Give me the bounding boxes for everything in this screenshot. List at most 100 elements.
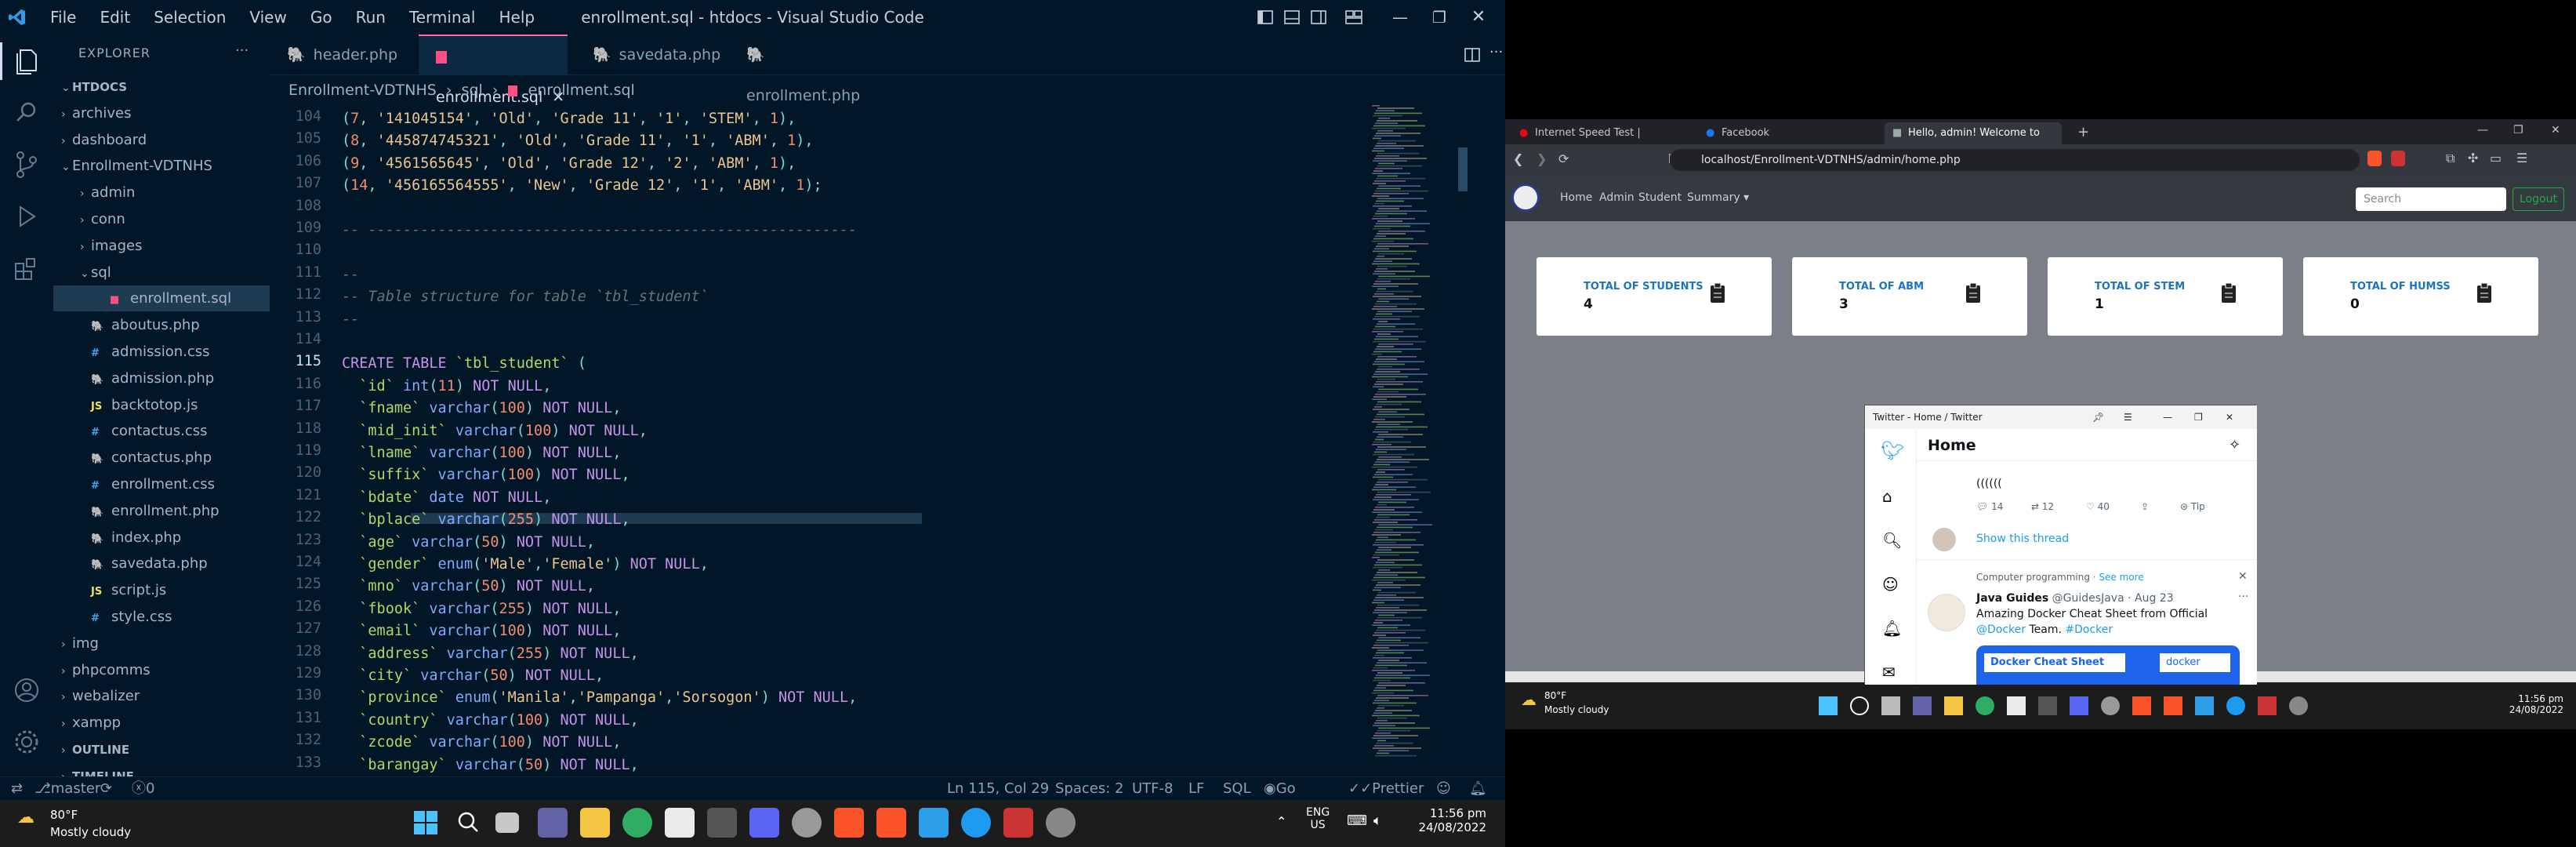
store-icon[interactable]	[665, 808, 695, 838]
menu-selection[interactable]: Selection	[154, 8, 226, 27]
teams-icon[interactable]	[538, 808, 568, 838]
explore-icon[interactable]: 🔍︎	[1882, 531, 1902, 550]
browser-tab-fast[interactable]: ●Internet Speed Test | Fast.com	[1511, 122, 1689, 161]
tree-file[interactable]: JS script.js	[53, 577, 270, 603]
see-more-link[interactable]: · See more	[2093, 572, 2144, 583]
file-explorer-icon[interactable]	[580, 808, 610, 838]
menu-icon[interactable]: ☰	[2124, 405, 2132, 429]
teams-icon[interactable]	[1913, 696, 1932, 715]
encoding[interactable]: UTF-8	[1132, 777, 1173, 801]
feedback-icon[interactable]: ☺	[1436, 777, 1451, 801]
tree-file[interactable]: # contactus.css	[53, 418, 270, 444]
back-icon[interactable]: ❮	[1513, 151, 1523, 166]
twitter-taskbar-icon[interactable]	[961, 808, 991, 838]
menu-go[interactable]: Go	[310, 8, 332, 27]
cursor-position[interactable]: Ln 115, Col 29	[947, 777, 1049, 801]
logout-button[interactable]: Logout	[2513, 187, 2564, 211]
dismiss-icon[interactable]: ✕	[2238, 570, 2248, 583]
like-count[interactable]: ♡ 40	[2086, 501, 2110, 512]
breadcrumb-folder[interactable]: Enrollment-VDTNHS	[288, 82, 437, 99]
tree-section[interactable]: › OUTLINE	[53, 736, 270, 762]
menu-terminal[interactable]: Terminal	[409, 8, 476, 27]
tab-enrollment-php[interactable]: 🐘enrollment.php	[729, 35, 886, 104]
search-input[interactable]: Search	[2356, 187, 2506, 211]
code-editor[interactable]: (7, '141045154', 'Old', 'Grade 11', '1',…	[340, 105, 1359, 776]
breadcrumb-subfolder[interactable]: sql	[462, 82, 483, 99]
task-view-icon[interactable]	[1881, 696, 1900, 715]
tab-header-php[interactable]: 🐘 header.php	[270, 35, 411, 75]
brave-icon[interactable]	[2164, 696, 2182, 715]
win-close-icon[interactable]: ✕	[2551, 124, 2560, 136]
school-logo[interactable]	[1511, 184, 1540, 212]
split-editor-icon[interactable]	[1464, 47, 1480, 63]
xampp-icon[interactable]	[834, 808, 864, 838]
app-icon-3[interactable]	[792, 808, 822, 838]
explorer-icon[interactable]	[8, 42, 45, 80]
tree-folder[interactable]: ⌄ Enrollment-VDTNHS	[53, 153, 270, 179]
tray-chevron-icon[interactable]: ⌃	[1276, 814, 1286, 829]
tree-folder[interactable]: › images	[53, 233, 270, 259]
tree-file[interactable]: 🐘 aboutus.php	[53, 312, 270, 338]
tweet-author[interactable]: Java Guides @GuidesJava · Aug 23	[1976, 592, 2174, 605]
hashtag-link[interactable]: #Docker	[2065, 623, 2113, 636]
clock[interactable]: 11:56 pm 24/08/2022	[1400, 806, 1486, 834]
close-icon[interactable]: ✕	[2226, 405, 2233, 429]
tree-file[interactable]: 🐘 index.php	[53, 525, 270, 551]
tree-file[interactable]: # admission.css	[53, 339, 270, 365]
more-actions-icon[interactable]: ···	[235, 42, 249, 59]
menu-edit[interactable]: Edit	[100, 8, 130, 27]
app-icon-1[interactable]	[707, 808, 737, 838]
avatar[interactable]	[1932, 528, 1956, 551]
minimize-icon[interactable]: —	[1384, 0, 1416, 35]
wallet-icon[interactable]: ▭	[2490, 151, 2502, 165]
reload-icon[interactable]: ⟳	[1558, 151, 1569, 166]
extension-icon[interactable]: ⧉	[2446, 151, 2454, 166]
tree-file[interactable]: # enrollment.css	[53, 471, 270, 497]
messages-icon[interactable]: ✉	[1882, 663, 1896, 682]
source-control-icon[interactable]	[8, 146, 45, 184]
settings-taskbar-icon[interactable]	[1046, 808, 1076, 838]
tip-button[interactable]: ⊜ Tip	[2180, 501, 2205, 512]
close-icon[interactable]: ✕	[1463, 0, 1494, 35]
win-minimize-icon[interactable]: —	[2477, 124, 2488, 136]
puzzle-icon[interactable]: ✣	[2468, 151, 2478, 165]
url-field[interactable]: localhost/Enrollment-VDTNHS/admin/home.p…	[1670, 149, 2360, 171]
clock[interactable]: 11:56 pm 24/08/2022	[2493, 693, 2563, 715]
win-restore-icon[interactable]: ❐	[2513, 124, 2523, 136]
twitter-taskbar-icon[interactable]	[2226, 696, 2245, 715]
tree-section[interactable]: ⌄ HTDOCS	[53, 74, 270, 100]
editor-scrollbar[interactable]	[1457, 105, 1469, 776]
browser-tab-admin[interactable]: ■Hello, admin! Welcome to Vicen✕	[1885, 122, 2062, 161]
tree-file[interactable]: ■ enrollment.sql	[53, 285, 270, 312]
problems-indicator[interactable]: ⓧ 0 ⚠ 0	[132, 777, 158, 844]
tree-folder[interactable]: ⌄ sql	[53, 260, 270, 285]
communities-icon[interactable]: ☺	[1882, 575, 1899, 594]
language-indicator[interactable]: ENG US	[1306, 806, 1330, 831]
prettier-button[interactable]: ✓✓ Prettier	[1348, 777, 1424, 801]
settings-taskbar-icon[interactable]	[2289, 696, 2308, 715]
menu-view[interactable]: View	[249, 8, 286, 27]
sparkle-icon[interactable]: ✧	[2229, 437, 2240, 453]
account-icon[interactable]	[8, 671, 45, 709]
run-debug-icon[interactable]	[8, 198, 45, 235]
toggle-secondary-sidebar-icon[interactable]	[1311, 9, 1326, 25]
more-icon[interactable]: ···	[1489, 44, 1503, 60]
brave-icon[interactable]	[876, 808, 906, 838]
store-icon[interactable]	[2007, 696, 2026, 715]
toggle-sidebar-icon[interactable]	[1257, 9, 1273, 25]
remote-icon[interactable]: ⇄	[11, 777, 23, 801]
browser-tab-facebook[interactable]: ● Facebook	[1698, 122, 1875, 144]
search-icon[interactable]	[8, 94, 45, 132]
tree-folder[interactable]: › admin	[53, 180, 270, 205]
show-thread-link[interactable]: Show this thread	[1976, 533, 2069, 545]
go-live-button[interactable]: ◉ Go Live	[1264, 777, 1304, 820]
language-mode[interactable]: SQL	[1223, 777, 1251, 801]
new-tab-icon[interactable]: +	[2077, 124, 2089, 140]
tree-file[interactable]: 🐘 savedata.php	[53, 551, 270, 576]
search-taskbar-icon[interactable]	[1850, 696, 1869, 715]
restore-icon[interactable]: ❐	[1424, 0, 1455, 35]
home-icon[interactable]: ⌂	[1882, 487, 1892, 506]
windows-start-icon[interactable]	[411, 808, 441, 838]
edge-icon[interactable]	[622, 808, 652, 838]
xampp-icon[interactable]	[2132, 696, 2151, 715]
